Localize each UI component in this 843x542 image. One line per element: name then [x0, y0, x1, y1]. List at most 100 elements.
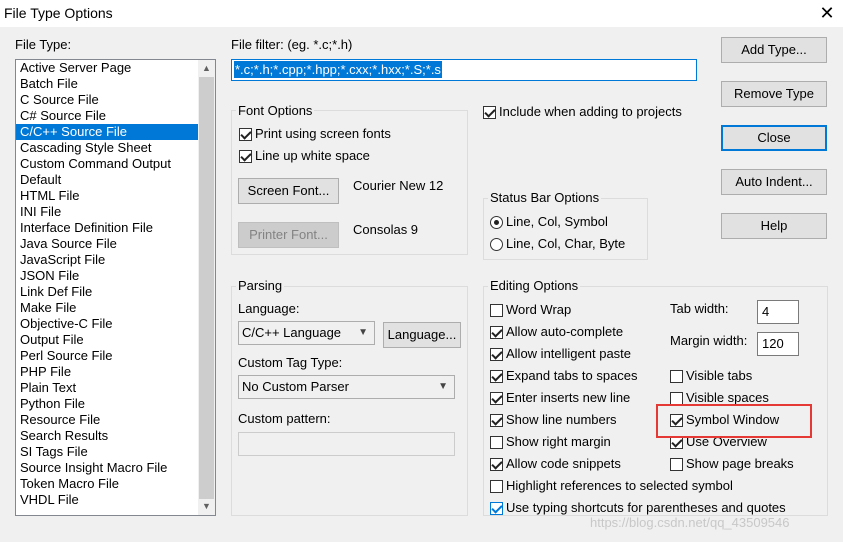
word-wrap-checkbox[interactable] [490, 304, 503, 317]
list-item[interactable]: INI File [16, 204, 199, 220]
show-line-numbers-label: Show line numbers [506, 412, 617, 427]
list-item[interactable]: JSON File [16, 268, 199, 284]
margin-width-label: Margin width: [670, 333, 748, 348]
list-item[interactable]: HTML File [16, 188, 199, 204]
expand-tabs-checkbox[interactable] [490, 370, 503, 383]
include-projects-label: Include when adding to projects [499, 104, 682, 119]
auto-complete-checkbox[interactable] [490, 326, 503, 339]
window-title: File Type Options [4, 5, 113, 21]
screen-font-button[interactable]: Screen Font... [238, 178, 339, 204]
list-item[interactable]: Active Server Page [16, 60, 199, 76]
close-icon[interactable]: ✕ [814, 2, 840, 26]
list-item[interactable]: Plain Text [16, 380, 199, 396]
highlight-refs-checkbox[interactable] [490, 480, 503, 493]
show-right-margin-checkbox[interactable] [490, 436, 503, 449]
parsing-title: Parsing [236, 278, 285, 293]
visible-tabs-checkbox[interactable] [670, 370, 683, 383]
list-item[interactable]: VHDL File [16, 492, 199, 508]
margin-width-input[interactable]: 120 [757, 332, 799, 356]
file-type-list[interactable]: Active Server Page Batch File C Source Fil… [15, 59, 216, 516]
show-page-breaks-label: Show page breaks [686, 456, 794, 471]
close-button[interactable]: Close [721, 125, 827, 151]
help-button[interactable]: Help [721, 213, 827, 239]
list-item[interactable]: SI Tags File [16, 444, 199, 460]
word-wrap-label: Word Wrap [506, 302, 572, 317]
code-snippets-checkbox[interactable] [490, 458, 503, 471]
list-item[interactable]: C Source File [16, 92, 199, 108]
scrollbar-thumb[interactable] [199, 77, 214, 499]
custom-tag-combo[interactable]: No Custom Parser ▼ [238, 375, 455, 399]
list-item[interactable]: C# Source File [16, 108, 199, 124]
custom-pattern-input[interactable] [238, 432, 455, 456]
status-line-col-char-label: Line, Col, Char, Byte [506, 236, 626, 251]
file-filter-label: File filter: (eg. *.c;*.h) [231, 37, 353, 52]
language-combo-value: C/C++ Language [242, 325, 342, 340]
list-item[interactable]: Interface Definition File [16, 220, 199, 236]
line-up-checkbox[interactable] [239, 150, 252, 163]
screen-font-value: Courier New 12 [353, 178, 444, 193]
title-bar [0, 0, 843, 28]
tab-width-input[interactable]: 4 [757, 300, 799, 324]
list-item[interactable]: JavaScript File [16, 252, 199, 268]
list-item[interactable]: Resource File [16, 412, 199, 428]
status-line-col-symbol-radio[interactable] [490, 216, 503, 229]
add-type-button[interactable]: Add Type... [721, 37, 827, 63]
printer-font-button[interactable]: Printer Font... [238, 222, 339, 248]
list-item[interactable]: Search Results [16, 428, 199, 444]
list-item[interactable]: Java Source File [16, 236, 199, 252]
visible-tabs-label: Visible tabs [686, 368, 753, 383]
expand-tabs-label: Expand tabs to spaces [506, 368, 638, 383]
show-line-numbers-checkbox[interactable] [490, 414, 503, 427]
custom-tag-combo-value: No Custom Parser [242, 379, 349, 394]
list-scrollbar[interactable]: ▲ ▼ [198, 60, 215, 515]
list-item[interactable]: Perl Source File [16, 348, 199, 364]
screen-fonts-label: Print using screen fonts [255, 126, 391, 141]
list-item[interactable]: Objective-C File [16, 316, 199, 332]
code-snippets-label: Allow code snippets [506, 456, 621, 471]
scroll-up-icon[interactable]: ▲ [198, 60, 215, 77]
highlight-annotation-box [656, 404, 812, 438]
line-up-label: Line up white space [255, 148, 370, 163]
intelligent-paste-label: Allow intelligent paste [506, 346, 632, 361]
list-item[interactable]: Cascading Style Sheet [16, 140, 199, 156]
chevron-down-icon: ▼ [358, 327, 368, 338]
auto-indent-button[interactable]: Auto Indent... [721, 169, 827, 195]
custom-pattern-label: Custom pattern: [238, 411, 331, 426]
list-item[interactable]: Custom Command Output [16, 156, 199, 172]
list-item[interactable]: Output File [16, 332, 199, 348]
intelligent-paste-checkbox[interactable] [490, 348, 503, 361]
auto-complete-label: Allow auto-complete [506, 324, 624, 339]
status-line-col-symbol-label: Line, Col, Symbol [506, 214, 608, 229]
typing-shortcuts-label: Use typing shortcuts for parentheses and… [506, 500, 786, 515]
show-page-breaks-checkbox[interactable] [670, 458, 683, 471]
list-item[interactable]: Default [16, 172, 199, 188]
file-filter-input[interactable]: *.c;*.h;*.cpp;*.hpp;*.cxx;*.hxx;*.S;*.s [231, 59, 697, 81]
file-type-items: Active Server Page Batch File C Source Fil… [16, 60, 199, 508]
list-item[interactable]: Make File [16, 300, 199, 316]
list-item[interactable]: Python File [16, 396, 199, 412]
screen-fonts-checkbox[interactable] [239, 128, 252, 141]
list-item[interactable]: PHP File [16, 364, 199, 380]
list-item[interactable]: Link Def File [16, 284, 199, 300]
list-item[interactable]: C/C++ Source File [16, 124, 199, 140]
enter-inserts-checkbox[interactable] [490, 392, 503, 405]
remove-type-button[interactable]: Remove Type [721, 81, 827, 107]
font-options-title: Font Options [236, 103, 315, 118]
language-combo[interactable]: C/C++ Language ▼ [238, 321, 375, 345]
include-projects-checkbox[interactable] [483, 106, 496, 119]
list-item[interactable]: Source Insight Macro File [16, 460, 199, 476]
visible-spaces-label: Visible spaces [686, 390, 769, 405]
custom-tag-label: Custom Tag Type: [238, 355, 343, 370]
list-item[interactable]: Batch File [16, 76, 199, 92]
printer-font-value: Consolas 9 [353, 222, 419, 237]
enter-inserts-label: Enter inserts new line [506, 390, 631, 405]
editing-options-title: Editing Options [488, 278, 581, 293]
scroll-down-icon[interactable]: ▼ [198, 498, 215, 515]
show-right-margin-label: Show right margin [506, 434, 611, 449]
tab-width-label: Tab width: [670, 301, 729, 316]
status-line-col-char-radio[interactable] [490, 238, 503, 251]
typing-shortcuts-checkbox[interactable] [490, 502, 503, 515]
language-button[interactable]: Language... [383, 322, 461, 348]
chevron-down-icon: ▼ [438, 381, 448, 392]
list-item[interactable]: Token Macro File [16, 476, 199, 492]
